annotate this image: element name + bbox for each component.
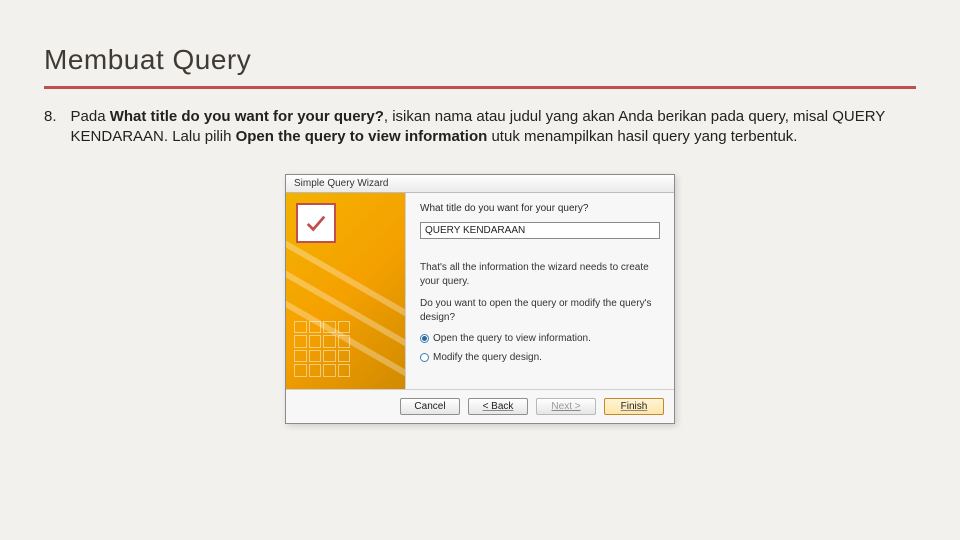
text-before: Pada — [71, 108, 110, 125]
wizard-dialog: Simple Query Wizard What title do you wa… — [285, 174, 675, 424]
instruction-item: 8. Pada What title do you want for your … — [44, 107, 916, 148]
radio-modify-design[interactable]: Modify the query design. — [420, 352, 660, 363]
finish-button[interactable]: Finish — [604, 398, 664, 415]
query-title-input[interactable] — [420, 222, 660, 239]
next-button: Next > — [536, 398, 596, 415]
radio-label: Open the query to view information. — [433, 333, 591, 344]
radio-open-query[interactable]: Open the query to view information. — [420, 333, 660, 344]
text-bold-1: What title do you want for your query? — [110, 108, 384, 125]
wizard-titlebar: Simple Query Wizard — [286, 175, 674, 193]
checkered-flag-icon — [296, 203, 336, 243]
item-text: Pada What title do you want for your que… — [71, 107, 916, 148]
wizard-info-2: Do you want to open the query or modify … — [420, 297, 660, 325]
text-after: utuk menampilkan hasil query yang terben… — [487, 128, 797, 145]
radio-label: Modify the query design. — [433, 352, 542, 363]
wizard-question: What title do you want for your query? — [420, 203, 660, 214]
wizard-info-1: That's all the information the wizard ne… — [420, 261, 660, 289]
page-title: Membuat Query — [44, 44, 916, 76]
radio-unselected-icon — [420, 353, 429, 362]
radio-selected-icon — [420, 334, 429, 343]
wizard-sidebar — [286, 193, 406, 389]
text-bold-2: Open the query to view information — [236, 128, 488, 145]
title-rule — [44, 86, 916, 89]
cancel-button[interactable]: Cancel — [400, 398, 460, 415]
back-button[interactable]: < Back — [468, 398, 528, 415]
item-number: 8. — [44, 107, 57, 148]
wizard-button-bar: Cancel < Back Next > Finish — [286, 389, 674, 423]
